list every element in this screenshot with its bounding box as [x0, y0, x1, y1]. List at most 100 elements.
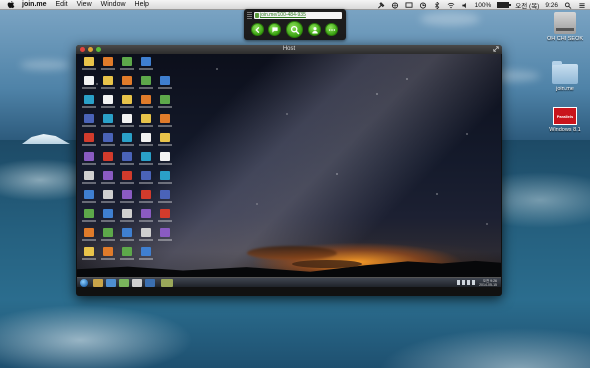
remote-desktop-shortcut[interactable]: [137, 76, 154, 95]
remote-desktop-shortcut[interactable]: [118, 114, 135, 133]
zoom-window-button[interactable]: [96, 47, 101, 52]
volume-icon[interactable]: [461, 2, 469, 9]
remote-desktop-shortcut[interactable]: [80, 152, 97, 171]
remote-desktop-shortcut[interactable]: [118, 171, 135, 190]
joinme-chat-button[interactable]: [268, 23, 281, 36]
remote-desktop-shortcut[interactable]: [80, 57, 97, 76]
remote-desktop-shortcut[interactable]: [156, 228, 173, 247]
remote-desktop-shortcut[interactable]: [137, 95, 154, 114]
remote-desktop-shortcut[interactable]: [118, 95, 135, 114]
tray-icon[interactable]: [467, 280, 470, 285]
file-explorer-icon[interactable]: [93, 279, 103, 287]
app-icon[interactable]: [145, 279, 155, 287]
remote-desktop-shortcut[interactable]: [156, 114, 173, 133]
notification-center-icon[interactable]: [578, 2, 586, 9]
app-icon[interactable]: [161, 279, 173, 287]
store-icon[interactable]: [119, 279, 129, 287]
remote-desktop-shortcut[interactable]: [80, 114, 97, 133]
remote-desktop-shortcut[interactable]: [80, 95, 97, 114]
app-icon[interactable]: [132, 279, 142, 287]
wifi-icon[interactable]: [447, 2, 455, 9]
joinme-url[interactable]: join.me/100-484-935: [260, 12, 306, 18]
menu-edit[interactable]: Edit: [56, 0, 68, 10]
remote-desktop-shortcut[interactable]: [156, 133, 173, 152]
remote-desktop-shortcut[interactable]: [137, 247, 154, 266]
desktop-icon-windows-vm[interactable]: Parallels Windows 8.1: [540, 107, 590, 133]
desktop-icon-hard-drive[interactable]: OH CHI SEOK: [540, 12, 590, 42]
remote-desktop-shortcut[interactable]: [99, 152, 116, 171]
close-window-button[interactable]: [80, 47, 85, 52]
fullscreen-icon[interactable]: [493, 46, 499, 52]
menu-help[interactable]: Help: [135, 0, 149, 10]
remote-desktop-shortcut[interactable]: [137, 57, 154, 76]
battery-icon[interactable]: [497, 2, 512, 8]
remote-desktop-shortcut[interactable]: [118, 152, 135, 171]
remote-desktop-shortcut[interactable]: [137, 228, 154, 247]
browser-icon[interactable]: [106, 279, 116, 287]
joinme-back-button[interactable]: [251, 23, 264, 36]
remote-desktop-shortcut[interactable]: [99, 247, 116, 266]
remote-desktop-shortcut[interactable]: [137, 171, 154, 190]
remote-desktop-shortcut[interactable]: [156, 209, 173, 228]
tray-icon[interactable]: [457, 280, 460, 285]
remote-desktop-shortcut[interactable]: [156, 76, 173, 95]
remote-desktop-shortcut[interactable]: [99, 209, 116, 228]
remote-desktop-shortcut[interactable]: [137, 114, 154, 133]
remote-desktop-shortcut[interactable]: [156, 171, 173, 190]
remote-desktop-shortcut[interactable]: [118, 133, 135, 152]
remote-desktop-shortcut[interactable]: [99, 133, 116, 152]
menu-window[interactable]: Window: [101, 0, 126, 10]
apple-icon[interactable]: [7, 0, 15, 9]
remote-desktop-shortcut[interactable]: [156, 95, 173, 114]
remote-desktop-shortcut[interactable]: [118, 76, 135, 95]
bluetooth-icon[interactable]: [433, 1, 441, 9]
joinme-people-button[interactable]: [308, 23, 321, 36]
remote-desktop-shortcut[interactable]: [137, 152, 154, 171]
remote-desktop-shortcut[interactable]: [80, 228, 97, 247]
remote-desktop-shortcut[interactable]: [99, 95, 116, 114]
remote-desktop-shortcut[interactable]: [80, 209, 97, 228]
globe-icon[interactable]: [391, 1, 399, 9]
remote-desktop-shortcut[interactable]: [156, 152, 173, 171]
screen-sharing-icon[interactable]: [405, 1, 413, 9]
remote-desktop-shortcut[interactable]: [80, 190, 97, 209]
menubar-clock[interactable]: 9:26: [545, 2, 558, 9]
tray-icon[interactable]: [472, 280, 475, 285]
menubar-day[interactable]: 오전 (목): [515, 0, 539, 10]
remote-desktop-shortcut[interactable]: [99, 190, 116, 209]
remote-desktop-shortcut[interactable]: [137, 209, 154, 228]
remote-desktop-shortcut[interactable]: [156, 190, 173, 209]
joinme-zoom-button[interactable]: [286, 21, 303, 38]
remote-desktop-shortcut[interactable]: [118, 190, 135, 209]
remote-desktop-shortcut[interactable]: [99, 228, 116, 247]
remote-desktop-shortcut[interactable]: [99, 57, 116, 76]
remote-desktop-shortcut[interactable]: [137, 133, 154, 152]
windows-start-button[interactable]: [80, 279, 88, 287]
remote-desktop-shortcut[interactable]: [118, 228, 135, 247]
drag-handle-icon[interactable]: [247, 12, 252, 19]
tools-icon[interactable]: [377, 1, 385, 9]
joinme-url-field[interactable]: join.me/100-484-935: [254, 12, 342, 19]
remote-desktop-shortcut[interactable]: [80, 171, 97, 190]
tray-icon[interactable]: [462, 280, 465, 285]
desktop-icon-joinme-folder[interactable]: join.me: [540, 61, 590, 92]
remote-desktop-shortcut[interactable]: [99, 76, 116, 95]
remote-windows-desktop[interactable]: 오전 9:26 2014-05-15: [77, 54, 501, 287]
minimize-window-button[interactable]: [88, 47, 93, 52]
menu-view[interactable]: View: [77, 0, 92, 10]
host-window-titlebar[interactable]: Host: [76, 45, 502, 54]
remote-desktop-shortcut[interactable]: [80, 247, 97, 266]
remote-desktop-shortcut[interactable]: [99, 171, 116, 190]
remote-desktop-shortcut[interactable]: [137, 190, 154, 209]
remote-desktop-shortcut[interactable]: [118, 209, 135, 228]
remote-desktop-shortcut[interactable]: [118, 247, 135, 266]
time-machine-icon[interactable]: [419, 1, 427, 9]
remote-desktop-shortcut[interactable]: [99, 114, 116, 133]
remote-desktop-shortcut[interactable]: [118, 57, 135, 76]
remote-desktop-shortcut[interactable]: [80, 133, 97, 152]
menu-app-name[interactable]: join.me: [22, 0, 47, 10]
spotlight-search-icon[interactable]: [564, 1, 572, 9]
joinme-more-button[interactable]: [325, 23, 338, 36]
remote-desktop-shortcut[interactable]: [80, 76, 97, 95]
taskbar-clock[interactable]: 오전 9:26 2014-05-15: [479, 279, 497, 287]
